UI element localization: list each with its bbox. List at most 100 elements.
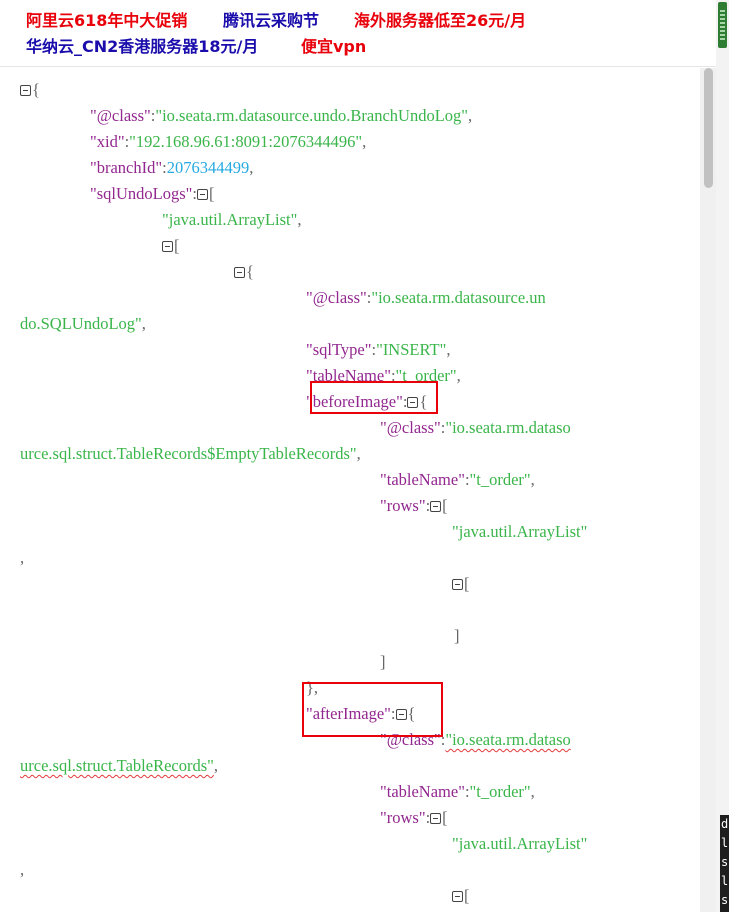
json-string: urce.sql.struct.TableRecords" xyxy=(20,756,214,775)
json-line: "@class":"io.seata.rm.dataso xyxy=(380,730,571,749)
json-line: "sqlType":"INSERT", xyxy=(306,340,451,359)
collapse-icon[interactable] xyxy=(234,267,245,278)
json-line: [ xyxy=(452,884,470,908)
json-key: "@class" xyxy=(380,730,441,749)
ad-link-overseas-server[interactable]: 海外服务器低至26元/月 xyxy=(354,7,526,31)
divider xyxy=(0,66,729,67)
collapse-icon[interactable] xyxy=(20,85,31,96)
json-string: "t_order" xyxy=(395,366,457,385)
ad-link-aliyun[interactable]: 阿里云618年中大促销 xyxy=(26,7,187,31)
console-line: l xyxy=(721,836,729,850)
json-key: "tableName" xyxy=(306,366,391,385)
json-key: "tableName" xyxy=(380,470,465,489)
json-key: "@class" xyxy=(306,288,367,307)
json-line: "tableName":"t_order", xyxy=(380,782,535,801)
json-key: "sqlType" xyxy=(306,340,372,359)
json-line: [ xyxy=(162,234,180,258)
collapse-icon[interactable] xyxy=(430,813,442,824)
json-string: "io.seata.rm.dataso xyxy=(445,418,571,437)
json-line: ] xyxy=(452,624,460,648)
brace: { xyxy=(246,262,254,281)
comma: , xyxy=(20,548,25,567)
json-string: "io.seata.rm.datasource.undo.BranchUndoL… xyxy=(155,106,469,125)
json-line: urce.sql.struct.TableRecords", xyxy=(20,756,219,775)
json-line: "rows":[ xyxy=(380,808,448,827)
ad-bar: 阿里云618年中大促销 腾讯云采购节 海外服务器低至26元/月 华纳云_CN2香… xyxy=(0,0,729,60)
json-string: "java.util.ArrayList" xyxy=(452,834,588,853)
json-line: "@class":"io.seata.rm.datasource.un xyxy=(306,288,546,307)
json-line: "xid":"192.168.96.61:8091:2076344496", xyxy=(90,132,367,151)
collapse-icon[interactable] xyxy=(395,709,407,720)
json-string: "java.util.ArrayList" xyxy=(162,210,298,229)
page-scrollbar-thumb[interactable] xyxy=(718,2,727,48)
json-string: "java.util.ArrayList" xyxy=(452,522,588,541)
collapse-icon[interactable] xyxy=(162,241,173,252)
json-string: "t_order" xyxy=(469,470,531,489)
json-line: , xyxy=(20,858,24,882)
collapse-icon[interactable] xyxy=(452,579,463,590)
json-line: "@class":"io.seata.rm.dataso xyxy=(380,418,571,437)
collapse-icon[interactable] xyxy=(430,501,442,512)
json-key: "@class" xyxy=(380,418,441,437)
json-key: "@class" xyxy=(90,106,151,125)
json-string: urce.sql.struct.TableRecords$EmptyTableR… xyxy=(20,444,357,463)
json-line: "rows":[ xyxy=(380,496,448,515)
json-line: "beforeImage":{ xyxy=(306,392,428,411)
json-line: }, xyxy=(306,676,318,700)
json-string: "io.seata.rm.dataso xyxy=(445,730,571,749)
collapse-icon[interactable] xyxy=(407,397,419,408)
json-line: "java.util.ArrayList" xyxy=(452,520,587,544)
comma: , xyxy=(20,860,25,879)
brace: { xyxy=(419,392,428,411)
bracket: [ xyxy=(442,808,448,827)
json-line: "java.util.ArrayList" xyxy=(452,832,587,856)
json-line: { xyxy=(234,260,254,284)
json-line: "tableName":"t_order", xyxy=(306,366,461,385)
json-viewer: { "@class":"io.seata.rm.datasource.undo.… xyxy=(0,68,729,912)
code-area-scrollbar[interactable] xyxy=(700,68,716,912)
bracket: [ xyxy=(209,184,215,203)
collapse-icon[interactable] xyxy=(197,189,208,200)
ad-link-huanayun[interactable]: 华纳云_CN2香港服务器18元/月 xyxy=(26,33,258,57)
json-key: "afterImage" xyxy=(306,704,391,723)
json-string: do.SQLUndoLog" xyxy=(20,314,142,333)
page-scrollbar[interactable] xyxy=(716,0,729,912)
json-line: { xyxy=(20,78,40,102)
json-line: "branchId":2076344499, xyxy=(90,158,254,177)
console-panel: d l s l s xyxy=(720,815,729,912)
json-line: urce.sql.struct.TableRecords$EmptyTableR… xyxy=(20,444,361,463)
json-line: "@class":"io.seata.rm.datasource.undo.Br… xyxy=(90,106,473,125)
json-string: "192.168.96.61:8091:2076344496" xyxy=(129,132,363,151)
json-line: "afterImage":{ xyxy=(306,704,416,723)
json-key: "rows" xyxy=(380,496,426,515)
code-area-scrollbar-thumb[interactable] xyxy=(704,68,713,188)
json-line: do.SQLUndoLog", xyxy=(20,314,146,333)
ad-link-tencent[interactable]: 腾讯云采购节 xyxy=(223,7,319,31)
json-string: "io.seata.rm.datasource.un xyxy=(371,288,546,307)
json-line: ] xyxy=(380,650,386,674)
json-string: "t_order" xyxy=(469,782,531,801)
console-line: l xyxy=(721,874,729,888)
json-key: "beforeImage" xyxy=(306,392,403,411)
json-line: [ xyxy=(452,572,470,596)
bracket: [ xyxy=(442,496,448,515)
brace: { xyxy=(407,704,416,723)
json-key: "branchId" xyxy=(90,158,163,177)
json-key: "rows" xyxy=(380,808,426,827)
console-line: s xyxy=(721,855,729,869)
json-line: "java.util.ArrayList", xyxy=(162,210,302,229)
json-key: "sqlUndoLogs" xyxy=(90,184,193,203)
console-line: d xyxy=(721,817,729,831)
json-key: "tableName" xyxy=(380,782,465,801)
json-number: 2076344499 xyxy=(166,158,250,177)
bracket: [ xyxy=(464,886,470,905)
ad-link-vpn[interactable]: 便宜vpn xyxy=(301,33,366,57)
collapse-icon[interactable] xyxy=(452,891,463,902)
bracket: [ xyxy=(174,236,180,255)
json-line: "sqlUndoLogs":[ xyxy=(90,184,215,203)
bracket: ] xyxy=(380,652,386,671)
bracket: [ xyxy=(464,574,470,593)
json-line: , xyxy=(20,546,24,570)
console-line: s xyxy=(721,893,729,907)
brace: { xyxy=(32,80,40,99)
